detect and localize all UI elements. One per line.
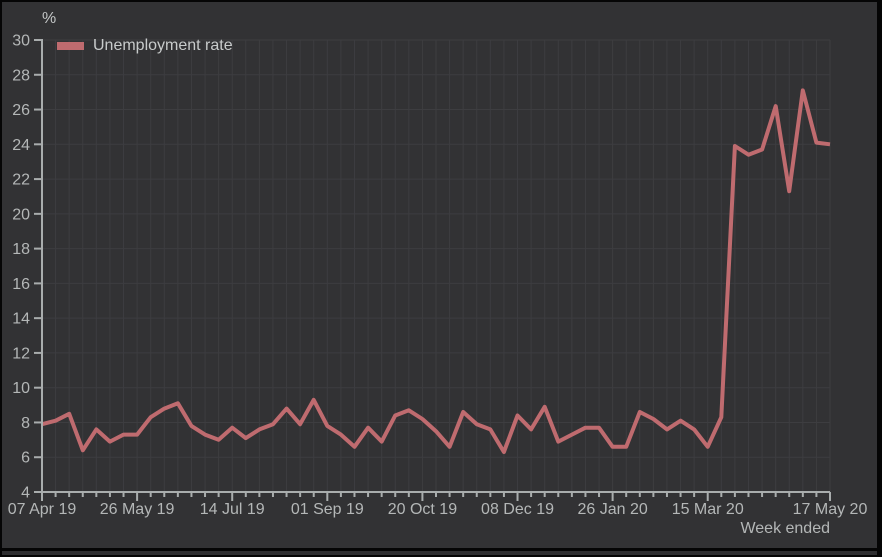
y-tick-label: 10 (12, 380, 30, 397)
grid-lines (41, 39, 831, 493)
y-tick-label: 26 (12, 102, 30, 119)
y-tick-label: 24 (12, 137, 30, 154)
x-tick-labels: 07 Apr 19 26 May 19 14 Jul 19 01 Sep 19 20 O… (8, 501, 868, 518)
y-axis-unit-label: % (42, 10, 57, 27)
x-tick-label: 17 May 20 (793, 501, 868, 518)
x-tick-label: 08 Dec 19 (481, 501, 554, 518)
legend-series-label: Unemployment rate (93, 36, 233, 54)
x-axis-title: Week ended (740, 520, 830, 537)
y-tick-label: 16 (12, 276, 30, 293)
x-tick-label: 26 May 19 (100, 501, 175, 518)
y-tick-label: 14 (12, 311, 30, 328)
legend-line-swatch (57, 41, 84, 50)
x-tick-label: 26 Jan 20 (577, 501, 647, 518)
y-tick-label: 30 (12, 33, 30, 50)
x-tick-label: 15 Mar 20 (672, 501, 744, 518)
y-tick-label: 22 (12, 172, 30, 189)
legend: Unemployment rate (57, 37, 233, 54)
y-tick-label: 12 (12, 345, 30, 362)
y-tick-label: 18 (12, 241, 30, 258)
x-tick-label: 20 Oct 19 (388, 501, 457, 518)
y-tick-label: 4 (21, 485, 30, 502)
y-tick-label: 28 (12, 67, 30, 84)
y-tick-labels: 4 6 8 10 12 14 16 18 20 22 24 26 28 30 (12, 33, 30, 502)
y-tick-label: 20 (12, 206, 30, 223)
x-tick-label: 07 Apr 19 (8, 501, 77, 518)
unemployment-rate-chart: 4 6 8 10 12 14 16 18 20 22 24 26 28 30 07 Apr 19 26 May… (8, 33, 868, 519)
y-tick-label: 8 (21, 415, 30, 432)
chart-page: { "chart_data": { "type": "line", "title… (0, 0, 882, 557)
x-tick-label: 01 Sep 19 (291, 501, 364, 518)
y-tick-label: 6 (21, 450, 30, 467)
x-tick-label: 14 Jul 19 (200, 501, 265, 518)
